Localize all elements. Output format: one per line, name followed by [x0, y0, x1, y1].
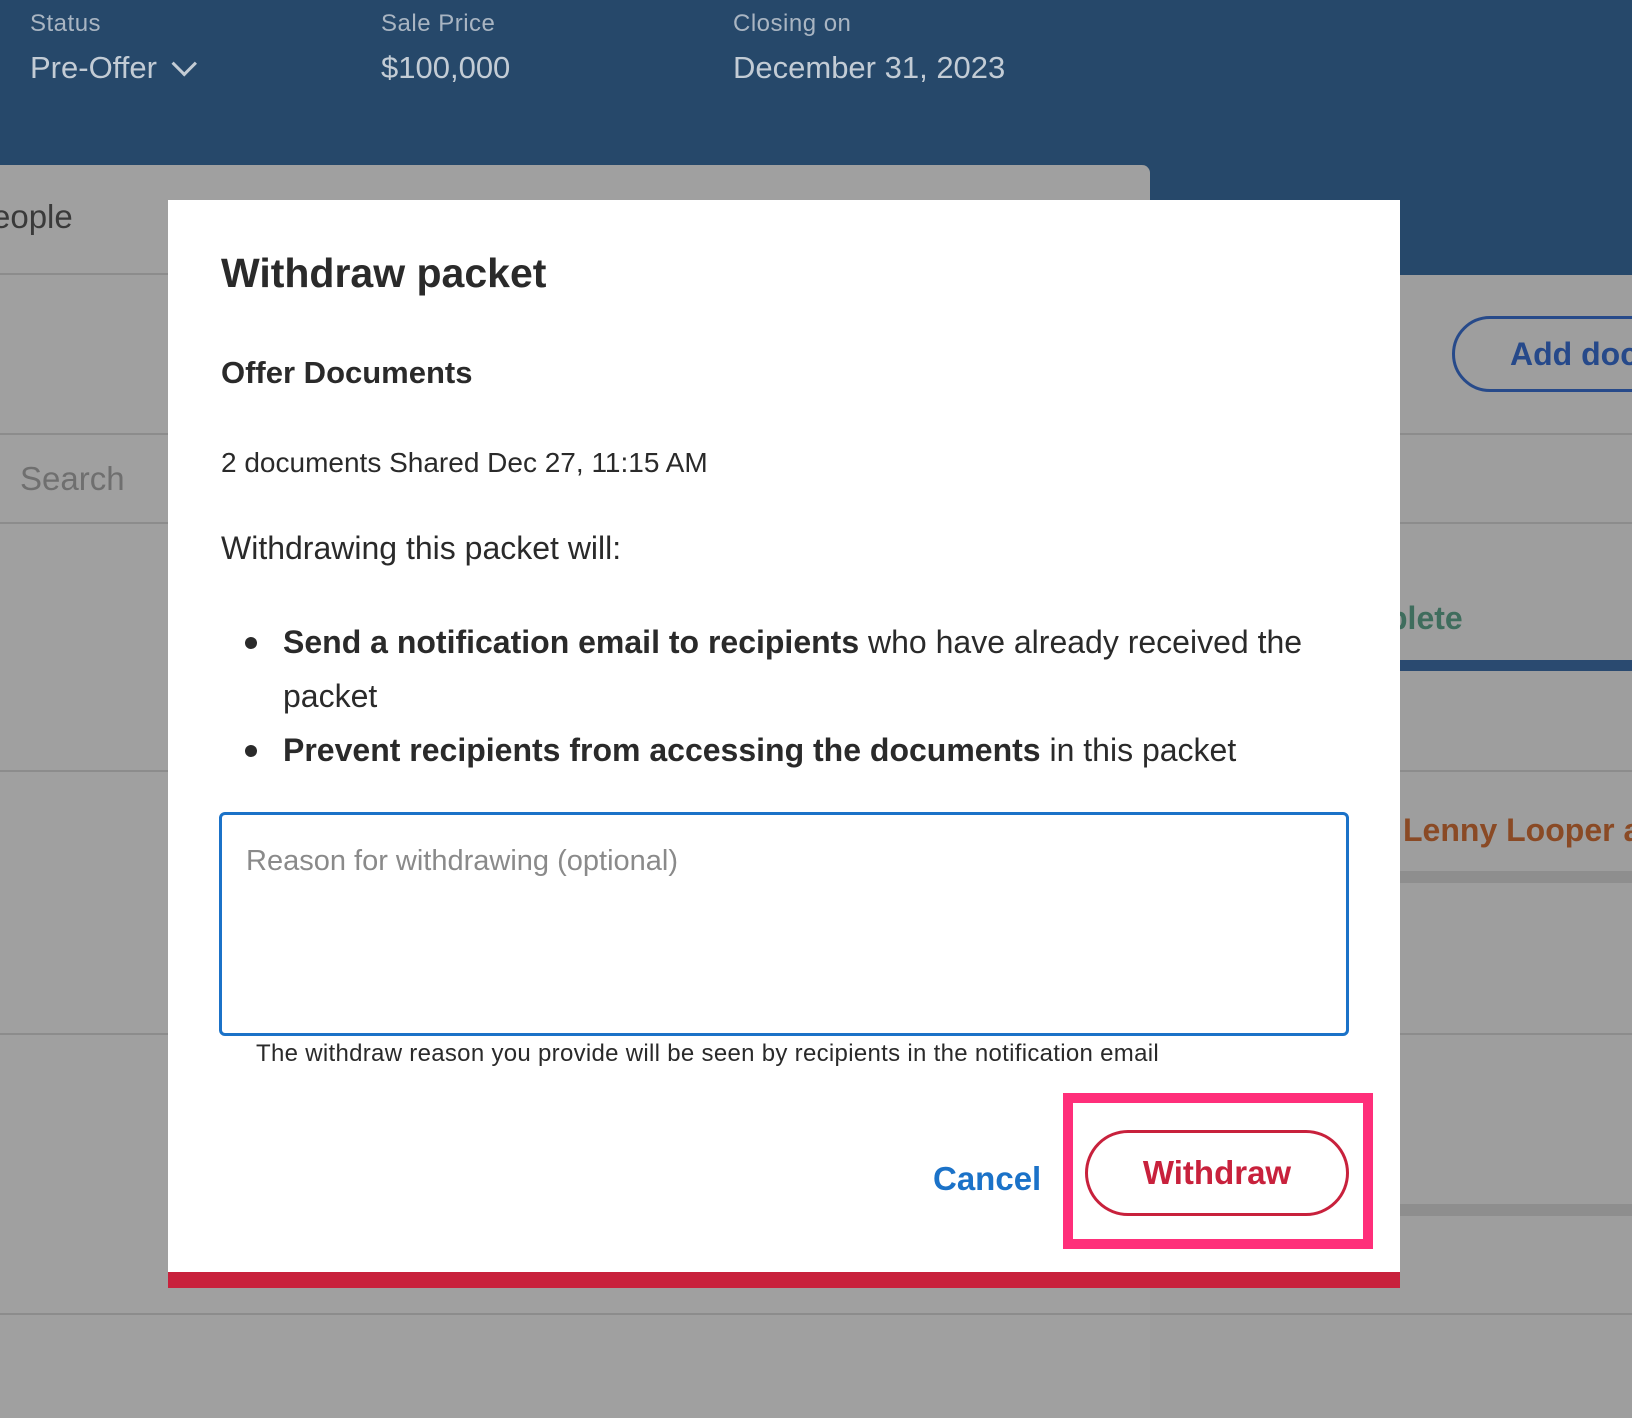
dialog-title: Withdraw packet [221, 250, 547, 296]
effect-bold-text: Prevent recipients from accessing the do… [283, 732, 1041, 768]
withdraw-button[interactable]: Withdraw [1085, 1130, 1349, 1216]
status-field: Status Pre-Offer [30, 10, 197, 86]
divider [0, 1313, 1632, 1315]
sale-price-label: Sale Price [381, 10, 496, 37]
withdraw-packet-dialog: Withdraw packet Offer Documents 2 docume… [168, 200, 1400, 1288]
person-name: Lenny Looper a [1403, 812, 1632, 848]
active-tab-indicator [1400, 660, 1632, 671]
list-item: Prevent recipients from accessing the do… [221, 723, 1341, 777]
withdraw-reason-input[interactable] [219, 812, 1349, 1036]
divider [1400, 1204, 1632, 1216]
closing-label: Closing on [733, 10, 852, 37]
closing-value: December 31, 2023 [733, 50, 1006, 85]
cancel-button[interactable]: Cancel [933, 1160, 1041, 1198]
sale-price-field: Sale Price $100,000 [381, 10, 510, 86]
status-dropdown[interactable]: Pre-Offer [30, 50, 197, 86]
dialog-accent-bar [168, 1272, 1400, 1288]
bullet-icon [245, 637, 257, 649]
status-value: Pre-Offer [30, 50, 157, 85]
effect-text: in this packet [1040, 732, 1237, 768]
list-item: Send a notification email to recipients … [221, 615, 1341, 723]
closing-field: Closing on December 31, 2023 [733, 10, 1005, 86]
withdraw-effects-list: Send a notification email to recipients … [221, 615, 1341, 777]
bullet-icon [245, 745, 257, 757]
packet-name: Offer Documents [221, 355, 473, 390]
sale-price-value: $100,000 [381, 50, 511, 85]
search-input[interactable]: Search [20, 460, 125, 498]
page: Status Pre-Offer Sale Price $100,000 Clo… [0, 0, 1632, 1418]
chevron-down-icon [171, 51, 197, 77]
effect-bold-text: Send a notification email to recipients [283, 624, 860, 660]
divider [1400, 871, 1632, 883]
withdraw-reason-hint: The withdraw reason you provide will be … [256, 1040, 1159, 1067]
tab-people[interactable]: eople [0, 198, 73, 236]
packet-meta: 2 documents Shared Dec 27, 11:15 AM [221, 447, 708, 478]
withdraw-intro: Withdrawing this packet will: [221, 530, 622, 566]
status-label: Status [30, 10, 102, 37]
add-document-button[interactable]: Add doc [1452, 316, 1632, 392]
